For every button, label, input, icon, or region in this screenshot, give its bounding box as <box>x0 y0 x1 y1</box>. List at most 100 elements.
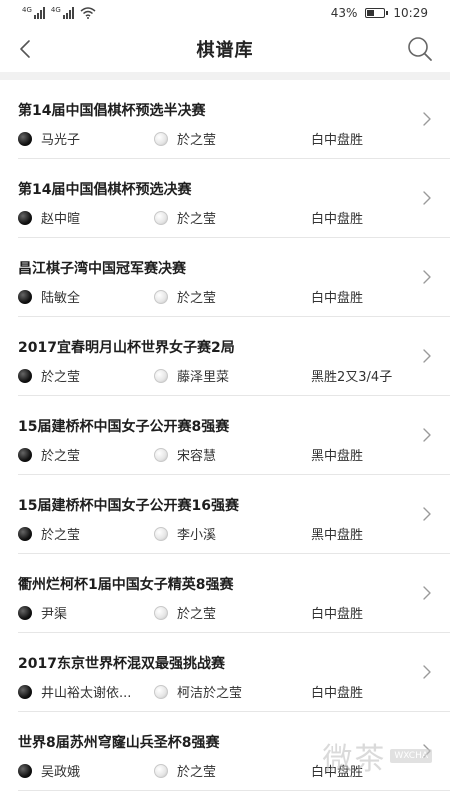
game-meta: 於之莹 藤泽里菜 黑胜2又3/4子 <box>18 366 420 385</box>
game-result: 黑中盘胜 <box>311 528 364 543</box>
black-player: 尹渠 <box>18 603 154 622</box>
white-player-name: 於之莹 <box>177 212 217 227</box>
game-row[interactable]: 第14届中国倡棋杯预选决赛赵中暄 於之莹 白中盘胜 <box>18 159 450 238</box>
game-row[interactable]: 第14届中国倡棋杯预选半决赛马光子 於之莹 白中盘胜 <box>18 80 450 159</box>
black-player-name: 尹渠 <box>41 607 68 622</box>
game-result: 白中盘胜 <box>311 291 364 306</box>
black-stone-icon <box>18 684 32 699</box>
game-row[interactable]: 15届建桥杯中国女子公开赛8强赛 於之莹 宋容慧 黑中盘胜 <box>18 396 450 475</box>
game-title: 世界8届苏州穹窿山兵圣杯8强赛 <box>18 735 220 751</box>
chevron-right-icon <box>423 191 431 205</box>
signal-1-label: 4G <box>22 6 32 14</box>
signal-1-icon: 4G <box>22 7 45 19</box>
white-player-name: 李小溪 <box>177 528 217 543</box>
black-player-name: 井山裕太谢依... <box>41 686 132 701</box>
black-player: 井山裕太谢依... <box>18 682 154 701</box>
game-result: 白中盘胜 <box>311 212 364 227</box>
header-divider <box>0 72 450 80</box>
game-meta: 赵中暄 於之莹 白中盘胜 <box>18 208 420 227</box>
white-stone-icon <box>154 763 168 778</box>
black-stone-icon <box>18 131 32 146</box>
search-button[interactable] <box>406 35 434 63</box>
game-row[interactable]: 15届建桥杯中国女子公开赛16强赛 於之莹 李小溪 黑中盘胜 <box>18 475 450 554</box>
white-player-name: 柯洁於之莹 <box>177 686 243 701</box>
back-button[interactable] <box>12 36 38 62</box>
game-title: 15届建桥杯中国女子公开赛16强赛 <box>18 498 239 514</box>
game-result: 黑胜2又3/4子 <box>311 370 393 385</box>
chevron-right-icon <box>423 270 431 284</box>
game-row[interactable]: 2017宜春明月山杯世界女子赛2局於之莹 藤泽里菜 黑胜2又3/4子 <box>18 317 450 396</box>
white-player-name: 於之莹 <box>177 133 217 148</box>
chevron-right-icon <box>423 744 431 758</box>
black-player-name: 於之莹 <box>41 449 81 464</box>
black-player: 马光子 <box>18 129 154 148</box>
white-stone-icon <box>154 526 168 541</box>
white-player-name: 宋容慧 <box>177 449 217 464</box>
black-stone-icon <box>18 526 32 541</box>
chevron-right-icon <box>423 507 431 521</box>
white-stone-icon <box>154 447 168 462</box>
page-title: 棋谱库 <box>196 40 254 61</box>
game-result: 白中盘胜 <box>311 765 364 780</box>
white-player: 於之莹 <box>154 287 311 306</box>
black-stone-icon <box>18 210 32 225</box>
game-title: 第14届中国倡棋杯预选半决赛 <box>18 103 206 119</box>
game-meta: 马光子 於之莹 白中盘胜 <box>18 129 420 148</box>
black-player-name: 陆敏全 <box>41 291 81 306</box>
game-meta: 於之莹 李小溪 黑中盘胜 <box>18 524 420 543</box>
white-stone-icon <box>154 605 168 620</box>
black-player-name: 马光子 <box>41 133 81 148</box>
black-player: 陆敏全 <box>18 287 154 306</box>
white-player: 於之莹 <box>154 761 311 780</box>
white-player-name: 於之莹 <box>177 765 217 780</box>
signal-2-icon: 4G <box>51 7 74 19</box>
white-player: 藤泽里菜 <box>154 366 311 385</box>
game-result: 白中盘胜 <box>311 133 364 148</box>
white-stone-icon <box>154 684 168 699</box>
black-player: 於之莹 <box>18 524 154 543</box>
game-row[interactable]: 衢州烂柯杯1届中国女子精英8强赛 尹渠 於之莹 白中盘胜 <box>18 554 450 633</box>
game-title: 2017宜春明月山杯世界女子赛2局 <box>18 340 235 356</box>
black-player: 於之莹 <box>18 445 154 464</box>
black-stone-icon <box>18 289 32 304</box>
white-stone-icon <box>154 131 168 146</box>
black-player-name: 赵中暄 <box>41 212 81 227</box>
status-right: 43% 10:29 <box>331 6 428 20</box>
game-row[interactable]: 2017东京世界杯混双最强挑战赛井山裕太谢依... 柯洁於之莹 白中盘胜 <box>18 633 450 712</box>
game-row[interactable]: 昌江棋子湾中国冠军赛决赛陆敏全 於之莹 白中盘胜 <box>18 238 450 317</box>
game-meta: 尹渠 於之莹 白中盘胜 <box>18 603 420 622</box>
game-title: 昌江棋子湾中国冠军赛决赛 <box>18 261 186 277</box>
battery-percent: 43% <box>330 6 358 20</box>
white-stone-icon <box>154 289 168 304</box>
white-player: 宋容慧 <box>154 445 311 464</box>
battery-icon <box>365 8 389 18</box>
chevron-right-icon <box>423 586 431 600</box>
game-result: 白中盘胜 <box>311 686 364 701</box>
game-row[interactable]: 世界8届苏州穹窿山兵圣杯8强赛 吴政娥 於之莹 白中盘胜 <box>18 712 450 791</box>
game-title: 2017东京世界杯混双最强挑战赛 <box>18 656 225 672</box>
black-stone-icon <box>18 368 32 383</box>
black-player: 赵中暄 <box>18 208 154 227</box>
black-player: 吴政娥 <box>18 761 154 780</box>
game-title: 第14届中国倡棋杯预选决赛 <box>18 182 192 198</box>
black-stone-icon <box>18 605 32 620</box>
white-player: 於之莹 <box>154 129 311 148</box>
black-player-name: 於之莹 <box>41 370 81 385</box>
game-meta: 吴政娥 於之莹 白中盘胜 <box>18 761 420 780</box>
white-player-name: 藤泽里菜 <box>177 370 230 385</box>
status-bar: 4G 4G 43% 10:29 <box>0 0 450 26</box>
game-meta: 陆敏全 於之莹 白中盘胜 <box>18 287 420 306</box>
chevron-right-icon <box>423 665 431 679</box>
game-list: 第14届中国倡棋杯预选半决赛 马光子 於之莹 白中盘胜 第14届中国倡棋杯预选决赛 赵中暄… <box>0 80 450 791</box>
clock: 10:29 <box>393 6 428 20</box>
nav-bar: 棋谱库 <box>0 26 450 72</box>
signal-2-label: 4G <box>50 6 61 14</box>
game-result: 黑中盘胜 <box>311 449 364 464</box>
white-player: 李小溪 <box>154 524 311 543</box>
wifi-icon <box>80 7 96 19</box>
white-player-name: 於之莹 <box>177 607 217 622</box>
white-stone-icon <box>154 210 168 225</box>
black-player: 於之莹 <box>18 366 154 385</box>
chevron-right-icon <box>423 112 431 126</box>
white-player: 於之莹 <box>154 208 311 227</box>
